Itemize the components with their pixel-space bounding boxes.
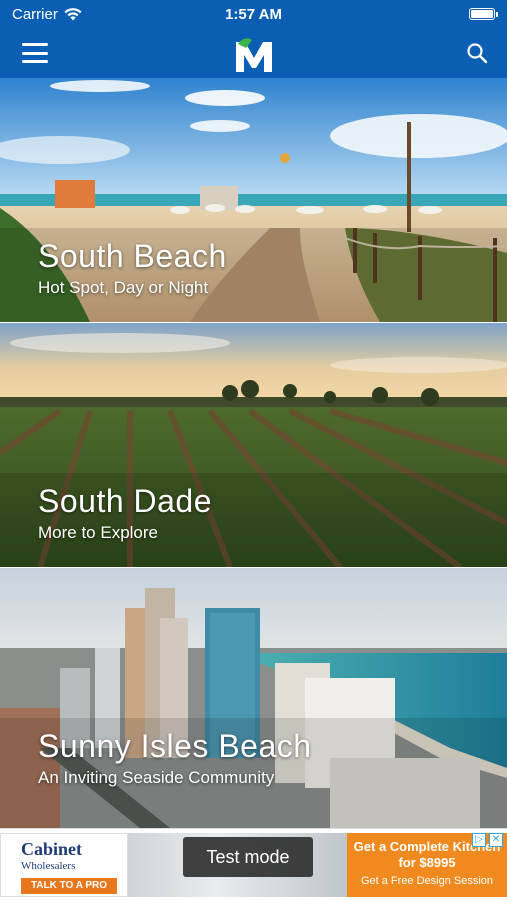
card-south-beach[interactable]: South Beach Hot Spot, Day or Night [0,78,507,322]
ad-brand: Cabinet [21,839,83,859]
status-bar: Carrier 1:57 AM [0,0,507,28]
ad-test-mode-label: Test mode [183,837,313,877]
ad-choices[interactable]: ▷ ✕ [472,833,503,847]
ad-close-icon[interactable]: ✕ [489,833,503,847]
card-title: South Dade [38,483,213,519]
card-title: Sunny Isles Beach [38,728,312,764]
hamburger-menu-icon[interactable] [22,43,48,63]
wifi-icon [64,7,82,20]
ad-banner[interactable]: Cabinet Wholesalers TALK TO A PRO Test m… [0,828,507,900]
ad-brand-sub: Wholesalers [21,860,76,872]
battery-icon [469,8,498,20]
card-title: South Beach [38,238,227,274]
ad-content[interactable]: Cabinet Wholesalers TALK TO A PRO Test m… [0,833,507,897]
app-logo [235,38,272,72]
card-subtitle: An Inviting Seaside Community [38,768,275,787]
ad-kitchen-image: Test mode [128,833,347,897]
card-subtitle: Hot Spot, Day or Night [38,278,209,297]
ad-choices-icon[interactable]: ▷ [472,833,486,847]
card-south-dade[interactable]: South Dade More to Explore [0,323,507,567]
status-left: Carrier [12,6,82,23]
carrier-label: Carrier [12,5,58,23]
nav-bar [0,28,507,78]
search-icon[interactable] [463,39,491,67]
ad-brand-logo: Cabinet Wholesalers TALK TO A PRO [0,833,128,897]
card-subtitle: More to Explore [38,523,158,542]
sunny-isles-image [0,568,507,828]
ad-subline: Get a Free Design Session [360,875,494,887]
battery-fill [471,10,493,18]
ad-cta-button[interactable]: TALK TO A PRO [21,878,117,894]
card-sunny-isles-beach[interactable]: Sunny Isles Beach An Inviting Seaside Co… [0,568,507,828]
